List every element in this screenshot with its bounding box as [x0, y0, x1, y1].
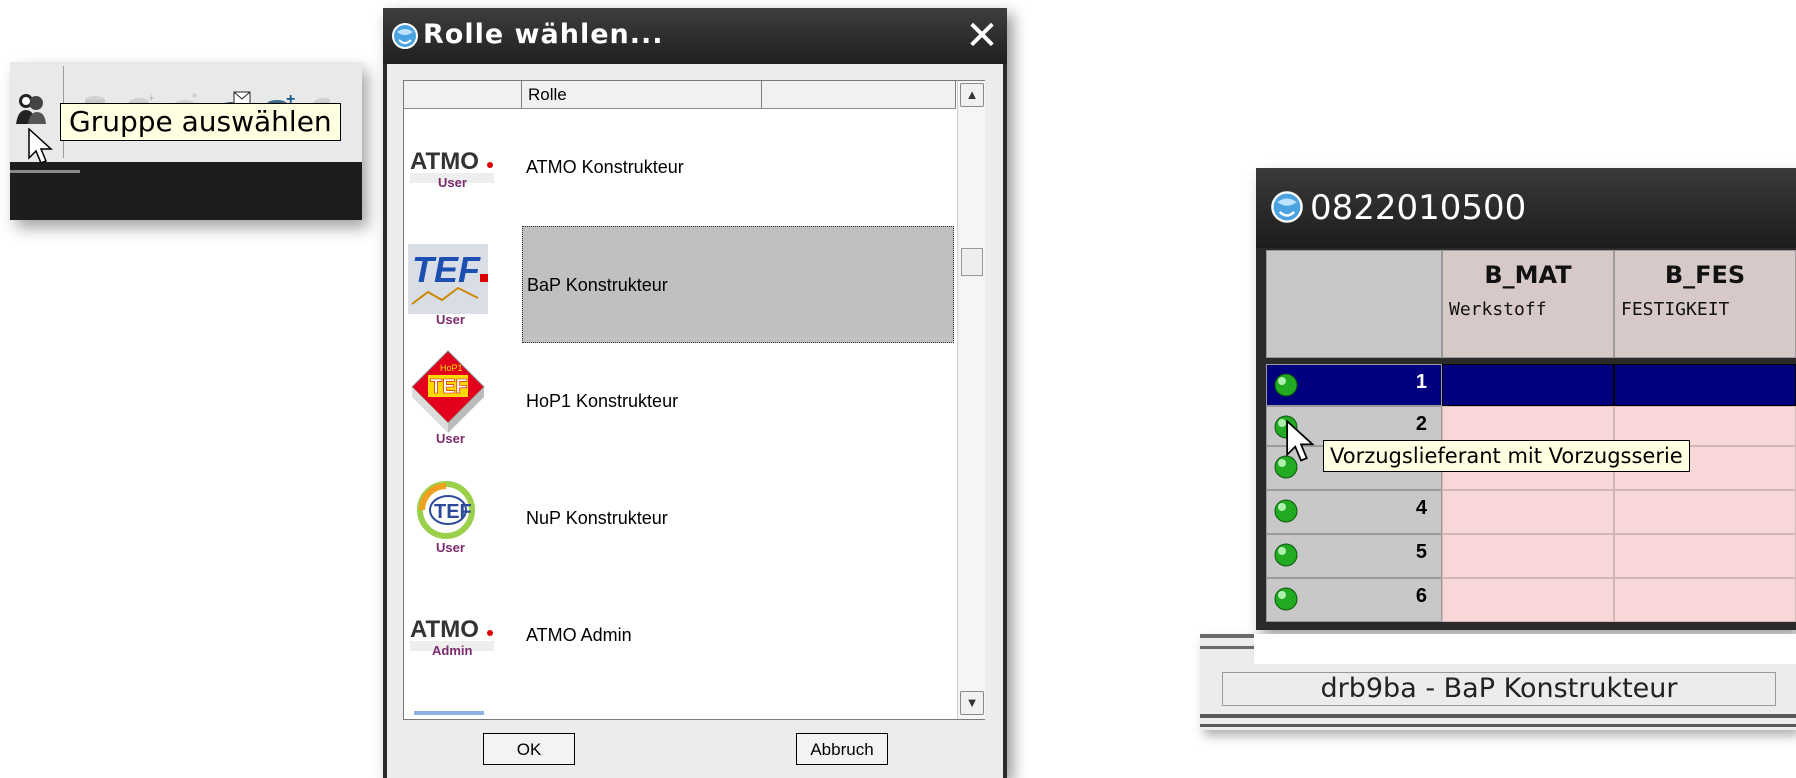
cancel-button[interactable]: Abbruch	[796, 733, 888, 765]
close-button[interactable]: ✕	[963, 16, 1001, 56]
table-cell[interactable]	[1614, 534, 1796, 578]
mouse-cursor-icon	[28, 128, 53, 164]
table-cell[interactable]	[1614, 578, 1796, 622]
table-window-titlebar[interactable]: 0822010500	[1256, 168, 1796, 248]
logo-sub-text: User	[436, 540, 465, 555]
row-number: 5	[1415, 541, 1427, 563]
role-label-cell-selected[interactable]: BaP Konstrukteur	[522, 226, 954, 343]
status-green-icon	[1274, 543, 1298, 567]
status-green-icon	[1274, 373, 1298, 397]
role-list[interactable]: Rolle ATMO User ATMO Konstrukteur TEF Us…	[403, 80, 985, 720]
row-header[interactable]: 4	[1266, 490, 1442, 534]
dialog-body: Rolle ATMO User ATMO Konstrukteur TEF Us…	[387, 64, 1003, 778]
role-label: ATMO Admin	[526, 625, 632, 645]
row-number: 4	[1415, 497, 1427, 519]
table-cell[interactable]	[1442, 534, 1614, 578]
header-role-column[interactable]: Rolle	[522, 81, 762, 108]
role-label: HoP1 Konstrukteur	[526, 391, 679, 411]
column-code: B_FES	[1664, 261, 1746, 289]
table-window-title: 0822010500	[1310, 188, 1527, 228]
role-label-cell[interactable]: HoP1 Konstrukteur	[522, 343, 954, 460]
table-cell[interactable]	[1442, 364, 1614, 406]
row-header-selected[interactable]: 1	[1266, 364, 1442, 406]
row-number: 2	[1415, 413, 1427, 435]
tooltip-group-select: Gruppe auswählen	[60, 103, 341, 141]
column-name: FESTIGKEIT	[1621, 299, 1730, 320]
column-code: B_MAT	[1484, 261, 1572, 289]
hop1-tef-user-logo-icon: HoP1 TEF User	[411, 350, 485, 443]
logo-sub-text: Admin	[432, 643, 473, 658]
ok-button[interactable]: OK	[483, 733, 575, 765]
table-cell[interactable]	[1614, 490, 1796, 534]
app-globe-icon	[392, 23, 418, 49]
dialog-titlebar[interactable]: Rolle wählen... ✕	[383, 8, 1007, 64]
row-number: 6	[1415, 585, 1427, 607]
role-label-cell[interactable]: NuP Konstrukteur	[522, 460, 954, 577]
logo-sub-text: User	[436, 431, 465, 443]
logo-sub-text: User	[436, 312, 465, 324]
role-row[interactable]: TEF User BaP Konstrukteur	[404, 226, 956, 343]
logo-text: TEF	[434, 501, 472, 523]
logo-top-text: HoP1	[440, 363, 463, 373]
logo-text: ATMO	[410, 616, 479, 643]
role-row[interactable]: HoP1 TEF User HoP1 Konstrukteur	[404, 343, 956, 460]
table-cell[interactable]	[1614, 364, 1796, 406]
scroll-up-button[interactable]: ▲	[960, 83, 984, 107]
logo-text: TEF	[412, 249, 481, 290]
nup-tef-user-logo-icon: TEF User	[417, 481, 475, 555]
logo-text: ATMO	[410, 148, 479, 175]
status-bar: drb9ba - BaP Konstrukteur	[1200, 634, 1796, 730]
atmo-user-logo-icon: ATMO User	[410, 148, 494, 190]
header-icon-column	[404, 81, 522, 108]
vertical-scrollbar[interactable]: ▲ ▼	[957, 81, 985, 719]
role-label: BaP Konstrukteur	[527, 275, 668, 295]
atmo-admin-logo-icon: ATMO Admin	[410, 616, 494, 658]
table-cell[interactable]	[1442, 490, 1614, 534]
scroll-down-button[interactable]: ▼	[960, 691, 984, 715]
logo-text: TEF	[430, 376, 468, 398]
role-row[interactable]: TEF User NuP Konstrukteur	[404, 460, 956, 577]
column-name: Werkstoff	[1449, 299, 1547, 320]
dialog-title: Rolle wählen...	[423, 19, 664, 50]
row-header[interactable]: 6	[1266, 578, 1442, 622]
row-header[interactable]: 5	[1266, 534, 1442, 578]
partial-row-logo	[414, 711, 484, 715]
app-globe-icon	[1271, 191, 1303, 223]
toolbar-snippet: + * +	[10, 62, 362, 220]
toolbar-shadow-area	[10, 162, 362, 220]
mouse-cursor-icon	[1286, 420, 1315, 462]
row-number: 1	[1415, 371, 1427, 393]
scroll-thumb[interactable]	[961, 248, 983, 276]
corner-header-cell	[1266, 250, 1442, 358]
role-list-header: Rolle	[404, 81, 956, 109]
status-green-icon	[1274, 587, 1298, 611]
column-header-b-fes[interactable]: B_FES FESTIGKEIT	[1614, 250, 1796, 358]
role-label-cell[interactable]: ATMO Konstrukteur	[522, 109, 954, 226]
status-green-icon	[1274, 499, 1298, 523]
role-label: ATMO Konstrukteur	[526, 157, 684, 177]
column-header-b-mat[interactable]: B_MAT Werkstoff	[1442, 250, 1614, 358]
role-row[interactable]: ATMO Admin ATMO Admin	[404, 577, 956, 694]
role-label-cell[interactable]: ATMO Admin	[522, 577, 954, 694]
logo-sub-text: User	[438, 175, 467, 190]
header-extra-column	[762, 81, 956, 108]
role-select-dialog: Rolle wählen... ✕ Rolle ATMO User ATMO K…	[383, 8, 1007, 778]
status-user-role: drb9ba - BaP Konstrukteur	[1222, 672, 1776, 706]
tooltip-preferred-supplier: Vorzugslieferant mit Vorzugsserie	[1323, 440, 1690, 472]
group-select-icon[interactable]	[14, 90, 48, 126]
table-cell[interactable]	[1442, 578, 1614, 622]
part-table-window: 0822010500 B_MAT Werkstoff B_FES FESTIGK…	[1256, 168, 1796, 630]
role-label: NuP Konstrukteur	[526, 508, 668, 528]
tef-bap-user-logo-icon: TEF User	[408, 244, 488, 324]
role-row[interactable]: ATMO User ATMO Konstrukteur	[404, 109, 956, 226]
